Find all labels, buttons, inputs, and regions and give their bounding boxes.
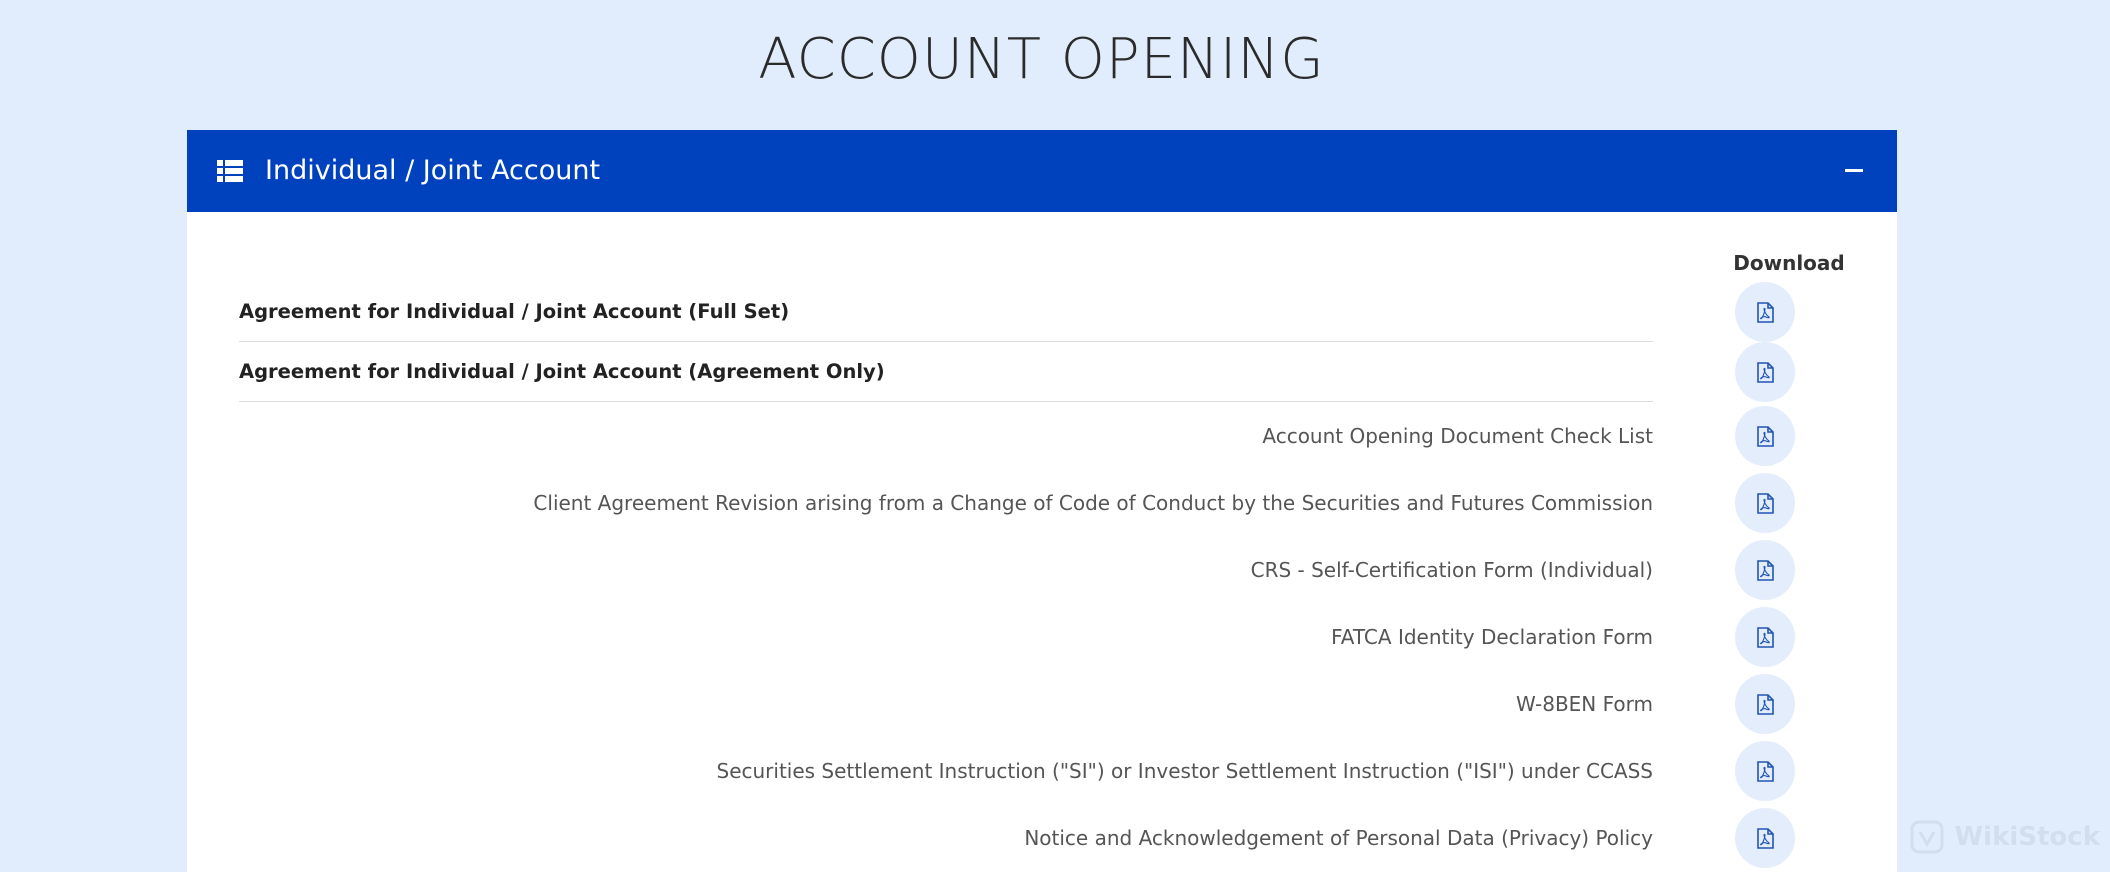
document-row: W-8BEN Form [187,674,1897,734]
document-row: CRS - Self-Certification Form (Individua… [187,540,1897,600]
watermark: WikiStock [1910,818,2100,856]
document-row: Account Opening Document Check List [187,406,1897,466]
document-title: Securities Settlement Instruction ("SI")… [716,759,1654,783]
pdf-download-button[interactable] [1735,808,1795,868]
document-title: Notice and Acknowledgement of Personal D… [1024,826,1653,850]
pdf-download-button[interactable] [1735,607,1795,667]
document-title: Agreement for Individual / Joint Account… [239,342,1653,402]
watermark-logo-icon [1910,820,1944,854]
pdf-icon [1756,492,1774,514]
account-panel: Individual / Joint Account Download Agre… [187,130,1897,872]
collapse-button[interactable] [1837,154,1871,188]
document-title: W-8BEN Form [1516,692,1653,716]
pdf-icon [1756,827,1774,849]
document-row: FATCA Identity Declaration Form [187,607,1897,667]
document-title: Agreement for Individual / Joint Account… [239,282,1653,342]
pdf-icon [1756,425,1774,447]
pdf-icon [1756,301,1774,323]
document-title: CRS - Self-Certification Form (Individua… [1250,558,1653,582]
pdf-download-button[interactable] [1735,741,1795,801]
document-row: Securities Settlement Instruction ("SI")… [187,741,1897,801]
document-row: Agreement for Individual / Joint Account… [187,342,1897,402]
pdf-icon [1756,693,1774,715]
pdf-icon [1756,760,1774,782]
pdf-icon [1756,559,1774,581]
document-row: Notice and Acknowledgement of Personal D… [187,808,1897,868]
panel-title: Individual / Joint Account [265,155,601,186]
document-title: FATCA Identity Declaration Form [1331,625,1653,649]
document-title: Account Opening Document Check List [1262,424,1653,448]
pdf-icon [1756,626,1774,648]
pdf-download-button[interactable] [1735,406,1795,466]
pdf-download-button[interactable] [1735,674,1795,734]
pdf-download-button[interactable] [1735,473,1795,533]
watermark-text: WikiStock [1954,822,2100,852]
pdf-download-button[interactable] [1735,282,1795,342]
pdf-download-button[interactable] [1735,342,1795,402]
list-icon [217,160,243,182]
document-row: Agreement for Individual / Joint Account… [187,282,1897,342]
pdf-icon [1756,361,1774,383]
pdf-download-button[interactable] [1735,540,1795,600]
page-title: ACCOUNT OPENING [758,27,1325,92]
document-title: Client Agreement Revision arising from a… [533,491,1653,515]
panel-header[interactable]: Individual / Joint Account [187,130,1897,212]
download-column-header: Download [1733,251,1845,275]
document-row: Client Agreement Revision arising from a… [187,473,1897,533]
